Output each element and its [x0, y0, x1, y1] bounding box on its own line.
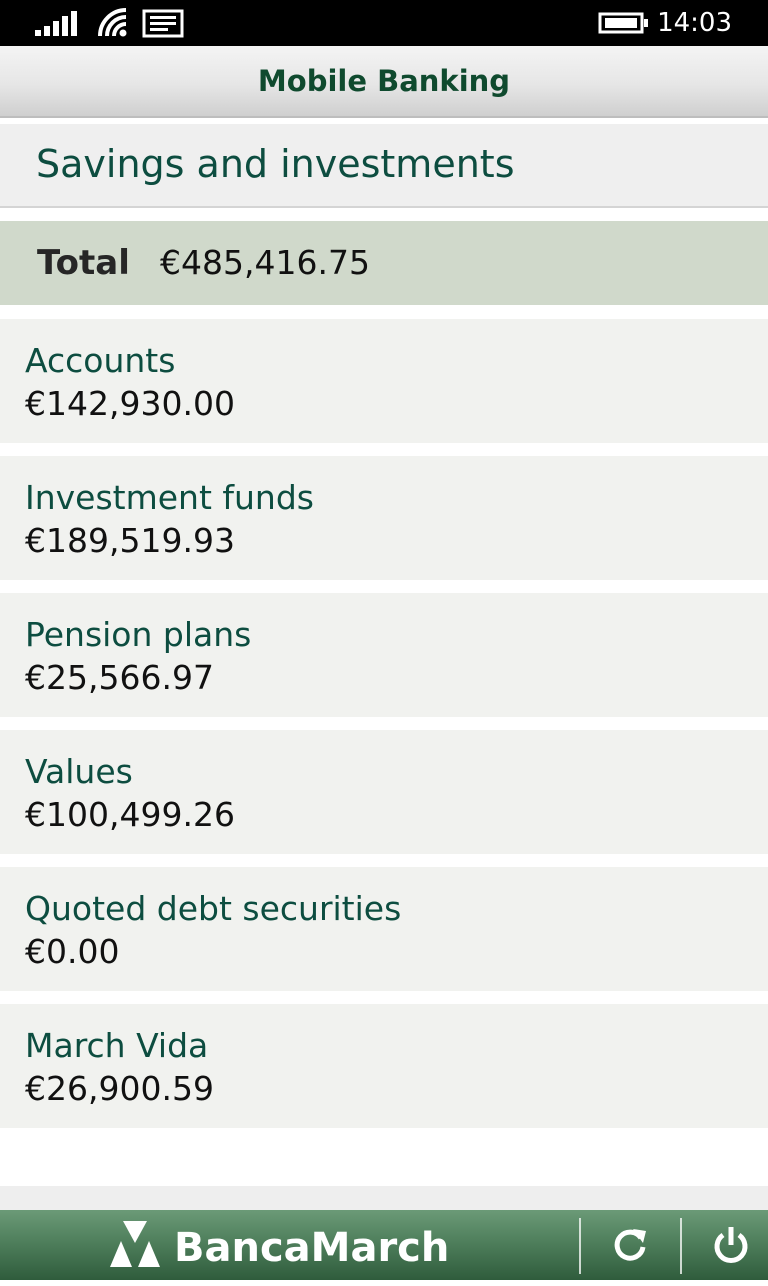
section-header: Savings and investments — [0, 124, 768, 208]
signal-icon — [35, 11, 77, 36]
list-item-march-vida[interactable]: March Vida €26,900.59 — [0, 1004, 768, 1128]
banca-march-logo-icon — [110, 1221, 160, 1267]
battery-icon — [598, 12, 648, 34]
total-value: €485,416.75 — [160, 243, 370, 282]
item-name: March Vida — [25, 1026, 209, 1065]
message-icon — [142, 9, 184, 38]
list-item-investment-funds[interactable]: Investment funds €189,519.93 — [0, 456, 768, 580]
brand-logo: BancaMarch — [108, 1210, 468, 1280]
item-name: Values — [25, 752, 133, 791]
item-name: Quoted debt securities — [25, 889, 402, 928]
status-bar: 14:03 — [0, 0, 768, 46]
app-header: Mobile Banking — [0, 46, 768, 118]
app-bar: BancaMarch — [0, 1210, 768, 1280]
item-name: Pension plans — [25, 615, 252, 654]
item-value: €26,900.59 — [25, 1069, 214, 1108]
app-title: Mobile Banking — [257, 64, 511, 98]
bottom-spacer — [0, 1186, 768, 1210]
item-name: Accounts — [25, 341, 176, 380]
item-value: €25,566.97 — [25, 658, 214, 697]
list-item-quoted-debt-securities[interactable]: Quoted debt securities €0.00 — [0, 867, 768, 991]
total-label: Total — [37, 243, 130, 283]
list-item-pension-plans[interactable]: Pension plans €25,566.97 — [0, 593, 768, 717]
list-item-accounts[interactable]: Accounts €142,930.00 — [0, 319, 768, 443]
power-button[interactable] — [682, 1210, 768, 1280]
total-row: Total €485,416.75 — [0, 221, 768, 305]
item-value: €0.00 — [25, 932, 120, 971]
item-value: €142,930.00 — [25, 384, 235, 423]
brand-name: BancaMarch — [174, 1225, 450, 1271]
wifi-icon — [98, 8, 127, 37]
refresh-button[interactable] — [581, 1210, 679, 1280]
power-icon — [714, 1227, 748, 1263]
list-item-values[interactable]: Values €100,499.26 — [0, 730, 768, 854]
item-value: €100,499.26 — [25, 795, 235, 834]
refresh-icon — [614, 1229, 646, 1261]
status-time: 14:03 — [657, 8, 732, 38]
item-value: €189,519.93 — [25, 521, 235, 560]
item-name: Investment funds — [25, 478, 314, 517]
savings-list: Accounts €142,930.00 Investment funds €1… — [0, 319, 768, 1141]
section-title: Savings and investments — [36, 142, 515, 186]
